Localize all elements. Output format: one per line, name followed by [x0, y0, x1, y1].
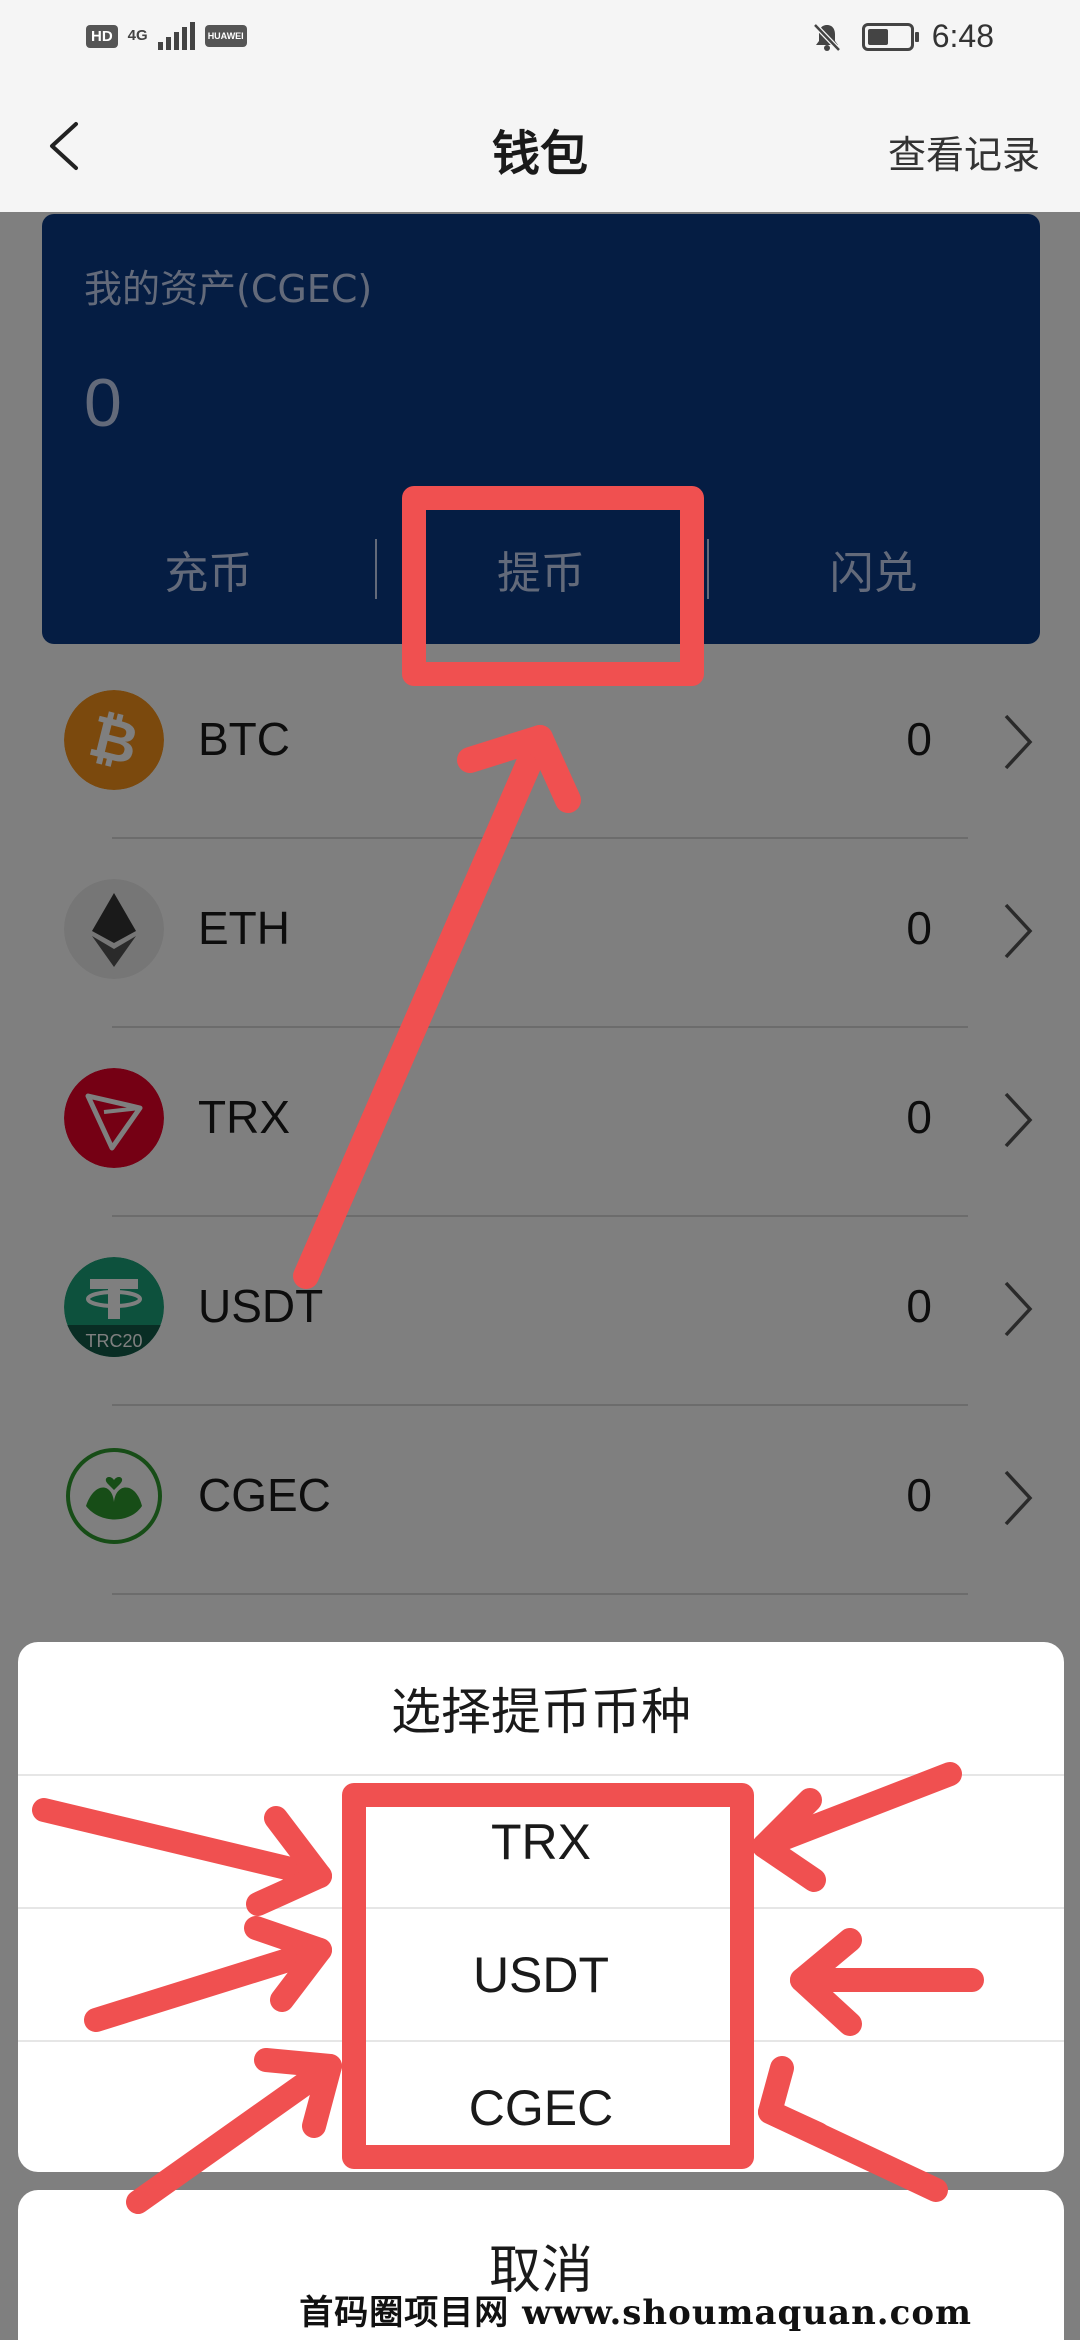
app-header: 钱包 查看记录: [0, 80, 1080, 212]
withdraw-currency-sheet: 选择提币币种 TRX USDT CGEC: [18, 1642, 1064, 2172]
sheet-option-trx[interactable]: TRX: [18, 1776, 1064, 1909]
network-type: 4G: [127, 27, 148, 44]
status-left: HD 4G HUAWEI: [86, 22, 247, 50]
mute-bell-icon: [812, 22, 841, 52]
carrier-logo: HUAWEI: [204, 25, 247, 47]
signal-icon: [157, 22, 195, 50]
status-right: 6:48: [810, 18, 994, 55]
sheet-option-usdt[interactable]: USDT: [18, 1909, 1064, 2042]
sheet-title: 选择提币币种: [18, 1642, 1064, 1776]
battery-icon: [861, 22, 919, 51]
status-time: 6:48: [931, 18, 994, 54]
sheet-option-cgec[interactable]: CGEC: [18, 2042, 1064, 2172]
watermark: 首码圈项目网 www.shoumaquan.com: [299, 2293, 972, 2333]
hd-badge: HD: [86, 24, 118, 48]
status-bar: HD 4G HUAWEI 6:48: [0, 0, 1080, 80]
view-records-link[interactable]: 查看记录: [888, 124, 1040, 179]
